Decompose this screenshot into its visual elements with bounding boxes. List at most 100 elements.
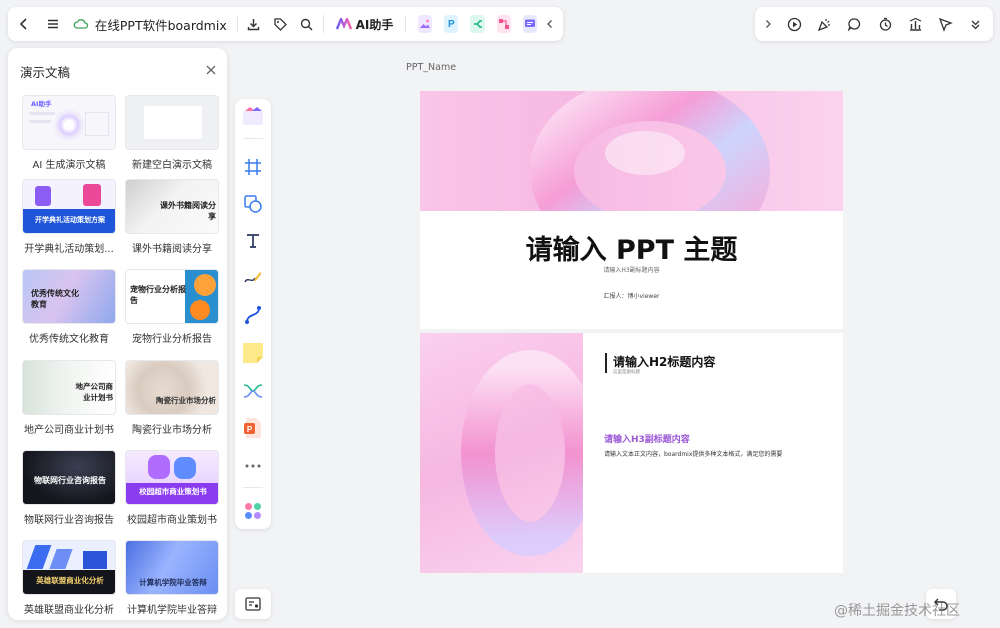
- vote-icon[interactable]: [902, 11, 928, 37]
- timer-icon[interactable]: [872, 11, 898, 37]
- heading-accent-bar: [605, 353, 607, 373]
- template-label: 地产公司商业计划书: [24, 425, 114, 436]
- template-thumb-text: 陶瓷行业市场分析: [156, 396, 216, 405]
- play-icon[interactable]: [781, 11, 807, 37]
- template-thumb-text: 宠物行业分析报告: [130, 285, 186, 305]
- slide-2-h2[interactable]: 请输入H2标题内容: [613, 353, 715, 370]
- presentation-panel: 演示文稿 AI助手 AI 生成演示文稿 新建空白演示文稿 开学典礼活动策划方案 …: [8, 48, 227, 620]
- flowchart-app-icon[interactable]: [496, 15, 511, 33]
- slide-2-image: [420, 333, 583, 573]
- divider: [236, 15, 238, 33]
- slide-1-subtitle[interactable]: 请输入H3副标题内容: [420, 265, 843, 274]
- slide-2-h2-subtitle[interactable]: 这里是副标题: [613, 369, 640, 375]
- template-label: 陶瓷行业市场分析: [132, 425, 212, 436]
- template-ceramics[interactable]: 陶瓷行业市场分析 陶瓷行业市场分析: [125, 360, 219, 436]
- image-app-icon[interactable]: [418, 15, 433, 33]
- template-thumbnail: 计算机学院毕业答辩: [125, 540, 219, 595]
- template-cs-defense[interactable]: 计算机学院毕业答辩 计算机学院毕业答辩: [125, 540, 219, 616]
- tag-icon[interactable]: [270, 11, 290, 37]
- ai-logo-icon: [335, 15, 352, 34]
- close-icon[interactable]: [203, 62, 219, 78]
- template-lol-analysis[interactable]: 英雄联盟商业化分析 英雄联盟商业化分析: [22, 540, 116, 616]
- template-thumb-text: 物联网行业咨询报告: [34, 476, 106, 485]
- template-label: 开学典礼活动策划...: [24, 244, 114, 255]
- doc-title[interactable]: 在线PPT软件boardmix: [95, 15, 227, 34]
- divider: [243, 487, 263, 488]
- sticky-note-icon[interactable]: [241, 341, 265, 365]
- more-icon[interactable]: [241, 454, 265, 478]
- template-thumbnail: 开学典礼活动策划方案: [22, 179, 116, 234]
- slide-2-h3[interactable]: 请输入H3副标题内容: [604, 432, 690, 445]
- expand-chevron-icon[interactable]: [759, 11, 777, 37]
- panel-title: 演示文稿: [20, 65, 71, 80]
- search-icon[interactable]: [296, 11, 316, 37]
- sparkle-icon: [59, 115, 79, 135]
- svg-text:P: P: [247, 425, 253, 434]
- menu-icon[interactable]: [42, 11, 62, 37]
- back-icon[interactable]: [14, 11, 34, 37]
- template-traditional-culture[interactable]: 优秀传统文化教育 优秀传统文化教育: [22, 269, 116, 345]
- template-blank[interactable]: 新建空白演示文稿: [125, 95, 219, 171]
- vertical-toolbar: P: [235, 99, 271, 529]
- divider: [322, 15, 324, 33]
- connector-icon[interactable]: [241, 303, 265, 327]
- template-thumbnail: 地产公司商业计划书: [22, 360, 116, 415]
- comment-icon[interactable]: [842, 11, 868, 37]
- download-icon[interactable]: [244, 11, 264, 37]
- celebrate-icon[interactable]: [812, 11, 838, 37]
- ppt-name-label[interactable]: PPT_Name: [406, 62, 456, 73]
- template-iot-report[interactable]: 物联网行业咨询报告 物联网行业咨询报告: [22, 450, 116, 526]
- template-thumbnail: 陶瓷行业市场分析: [125, 360, 219, 415]
- slide-1[interactable]: 请输入 PPT 主题 请输入H3副标题内容 汇报人：博小viewer: [420, 91, 843, 329]
- template-thumbnail: [125, 95, 219, 150]
- template-pet-industry[interactable]: 宠物行业分析报告 宠物行业分析报告: [125, 269, 219, 345]
- divider: [243, 138, 263, 139]
- template-thumb-text: 地产公司商业计划书: [75, 382, 114, 402]
- template-label: AI 生成演示文稿: [32, 160, 106, 171]
- template-ai-generate[interactable]: AI助手 AI 生成演示文稿: [22, 95, 116, 171]
- collapse-chevron-icon[interactable]: [543, 11, 557, 37]
- template-gallery-icon[interactable]: [241, 105, 265, 129]
- ai-assistant-button[interactable]: AI助手: [330, 11, 400, 37]
- template-campus-market[interactable]: 校园超市商业策划书 校园超市商业策划书: [125, 450, 219, 526]
- more-down-icon[interactable]: [963, 11, 989, 37]
- slide-2[interactable]: 请输入H2标题内容 这里是副标题 请输入H3副标题内容 请输入文本正文内容，bo…: [420, 333, 843, 573]
- doc-title-area[interactable]: 在线PPT软件boardmix: [69, 15, 231, 34]
- watermark: @稀土掘金技术社区: [834, 603, 960, 619]
- ai-assistant-label: AI助手: [355, 17, 394, 32]
- template-thumbnail: 校园超市商业策划书: [125, 450, 219, 505]
- template-label: 新建空白演示文稿: [132, 160, 212, 171]
- template-label: 课外书籍阅读分享: [132, 244, 212, 255]
- ppt-app-icon[interactable]: P: [444, 15, 459, 33]
- template-opening-ceremony[interactable]: 开学典礼活动策划方案 开学典礼活动策划...: [22, 179, 116, 255]
- shape-icon[interactable]: [241, 192, 265, 216]
- template-label: 优秀传统文化教育: [29, 334, 109, 345]
- top-right-toolbar: [755, 7, 993, 41]
- template-thumbnail: 英雄联盟商业化分析: [22, 540, 116, 595]
- top-toolbar: 在线PPT软件boardmix AI助手 P: [8, 7, 563, 41]
- minimap-toggle-icon[interactable]: [235, 589, 271, 619]
- mindmap-app-icon[interactable]: [470, 15, 485, 33]
- divider: [405, 15, 407, 33]
- text-icon[interactable]: [241, 229, 265, 253]
- template-label: 计算机学院毕业答辩: [127, 605, 217, 616]
- template-label: 英雄联盟商业化分析: [24, 605, 114, 616]
- template-real-estate[interactable]: 地产公司商业计划书 地产公司商业计划书: [22, 360, 116, 436]
- ppt-file-icon[interactable]: P: [241, 416, 265, 440]
- pen-icon[interactable]: [241, 266, 265, 290]
- template-thumb-text: AI助手: [31, 100, 52, 108]
- template-reading-share[interactable]: 课外书籍阅读分享 课外书籍阅读分享: [125, 179, 219, 255]
- slide-1-torus-graphic: [530, 91, 770, 231]
- slide-2-body[interactable]: 请输入文本正文内容，boardmix提供多种文本格式，满足您的需要: [604, 449, 782, 458]
- template-label: 校园超市商业策划书: [127, 515, 217, 526]
- slide-1-title[interactable]: 请输入 PPT 主题: [420, 228, 843, 267]
- pointer-icon[interactable]: [933, 11, 959, 37]
- template-thumb-text: 开学典礼活动策划方案: [35, 216, 105, 224]
- comment-app-icon[interactable]: [522, 15, 537, 33]
- template-thumb-text: 优秀传统文化教育: [31, 289, 79, 309]
- frame-icon[interactable]: [241, 155, 265, 179]
- slide-1-reporter[interactable]: 汇报人：博小viewer: [420, 291, 843, 300]
- mindmap-icon[interactable]: [241, 379, 265, 403]
- apps-icon[interactable]: [241, 499, 265, 523]
- template-thumbnail: 物联网行业咨询报告: [22, 450, 116, 505]
